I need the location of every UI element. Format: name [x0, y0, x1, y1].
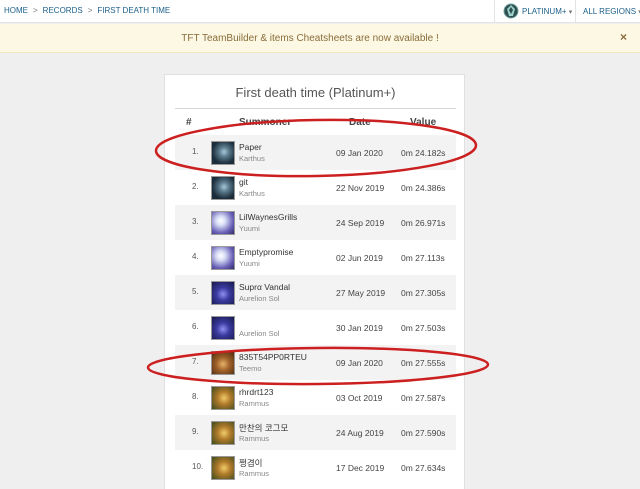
title-divider — [175, 108, 456, 109]
date-cell: 02 Jun 2019 — [336, 253, 383, 263]
champion-avatar — [211, 456, 235, 480]
champion-avatar — [211, 386, 235, 410]
champion-avatar — [211, 421, 235, 445]
champion-avatar — [211, 246, 235, 270]
rank-cell: 1. — [192, 147, 199, 156]
rank-cell: 4. — [192, 252, 199, 261]
announcement-banner: TFT TeamBuilder & items Cheatsheets are … — [0, 24, 640, 53]
column-header-date: Date — [349, 117, 371, 128]
date-cell: 27 May 2019 — [336, 288, 386, 298]
close-icon[interactable]: × — [620, 30, 627, 44]
table-row[interactable]: 6. Aurelion Sol 30 Jan 2019 0m 27.503s — [175, 310, 456, 345]
rank-cell: 10. — [192, 462, 204, 471]
value-cell: 0m 27.587s — [401, 393, 446, 403]
champion-name: Rammus — [239, 399, 270, 408]
leaderboard-card: First death time (Platinum+) # Summoner … — [164, 74, 465, 489]
region-selector-text: ALL REGIONS — [583, 7, 637, 16]
breadcrumb-current-page[interactable]: FIRST DEATH TIME — [97, 6, 170, 15]
champion-name: Rammus — [239, 469, 270, 478]
rank-cell: 5. — [192, 287, 199, 296]
table-row[interactable]: 2. git Karthus 22 Nov 2019 0m 24.386s — [175, 170, 456, 205]
champion-name: Rammus — [239, 434, 270, 443]
rank-cell: 6. — [192, 322, 199, 331]
value-cell: 0m 27.503s — [401, 323, 446, 333]
date-cell: 03 Oct 2019 — [336, 393, 383, 403]
champion-avatar — [211, 141, 235, 165]
champion-avatar — [211, 351, 235, 375]
breadcrumb-home-link[interactable]: HOME — [4, 6, 28, 15]
table-row[interactable]: 3. LilWaynesGrills Yuumi 24 Sep 2019 0m … — [175, 205, 456, 240]
tier-selector-text: PLATINUM+ — [522, 7, 567, 16]
summoner-name-link[interactable]: 만찬의 코그모 — [239, 422, 288, 434]
platinum-emblem-icon — [503, 3, 519, 19]
region-selector-label: ALL REGIONS ▾ — [583, 7, 640, 16]
value-cell: 0m 27.590s — [401, 428, 446, 438]
table-row[interactable]: 10. 쩡겸이 Rammus 17 Dec 2019 0m 27.634s — [175, 450, 456, 485]
summoner-name-link[interactable]: Suprα Vandal — [239, 282, 290, 292]
table-row[interactable]: 4. Emptypromise Yuumi 02 Jun 2019 0m 27.… — [175, 240, 456, 275]
region-selector[interactable]: ALL REGIONS ▾ — [575, 0, 640, 23]
champion-name: Yuumi — [239, 259, 260, 268]
rank-cell: 2. — [192, 182, 199, 191]
table-row[interactable]: 8. rhrdrt123 Rammus 03 Oct 2019 0m 27.58… — [175, 380, 456, 415]
champion-name: Aurelion Sol — [239, 329, 280, 338]
date-cell: 22 Nov 2019 — [336, 183, 385, 193]
table-row[interactable]: 5. Suprα Vandal Aurelion Sol 27 May 2019… — [175, 275, 456, 310]
date-cell: 09 Jan 2020 — [336, 148, 383, 158]
champion-name: Karthus — [239, 189, 265, 198]
value-cell: 0m 24.182s — [401, 148, 446, 158]
date-cell: 30 Jan 2019 — [336, 323, 383, 333]
table-row[interactable]: 9. 만찬의 코그모 Rammus 24 Aug 2019 0m 27.590s — [175, 415, 456, 450]
date-cell: 24 Aug 2019 — [336, 428, 384, 438]
table-row[interactable]: 7. 835T54PP0RTEU Teemo 09 Jan 2020 0m 27… — [175, 345, 456, 380]
summoner-name-link[interactable]: git — [239, 177, 248, 187]
breadcrumb-separator: > — [33, 6, 38, 15]
rank-cell: 3. — [192, 217, 199, 226]
tier-selector[interactable]: PLATINUM+ ▾ — [494, 0, 574, 23]
champion-avatar — [211, 211, 235, 235]
summoner-name-link[interactable]: 835T54PP0RTEU — [239, 352, 307, 362]
tier-selector-label: PLATINUM+ ▾ — [522, 7, 572, 16]
leaderboard-title: First death time (Platinum+) — [235, 85, 396, 100]
rank-cell: 7. — [192, 357, 199, 366]
value-cell: 0m 26.971s — [401, 218, 446, 228]
rank-cell: 9. — [192, 427, 199, 436]
champion-name: Karthus — [239, 154, 265, 163]
summoner-name-link[interactable]: rhrdrt123 — [239, 387, 274, 397]
banner-message[interactable]: TFT TeamBuilder & items Cheatsheets are … — [0, 33, 620, 44]
value-cell: 0m 24.386s — [401, 183, 446, 193]
champion-avatar — [211, 316, 235, 340]
champion-name: Teemo — [239, 364, 262, 373]
value-cell: 0m 27.113s — [401, 253, 445, 263]
summoner-name-link[interactable]: 쩡겸이 — [239, 457, 262, 469]
champion-name: Aurelion Sol — [239, 294, 280, 303]
value-cell: 0m 27.305s — [401, 288, 446, 298]
value-cell: 0m 27.634s — [401, 463, 446, 473]
breadcrumb: HOME > RECORDS > FIRST DEATH TIME — [4, 6, 170, 15]
date-cell: 17 Dec 2019 — [336, 463, 385, 473]
summoner-name-link[interactable]: Paper — [239, 142, 262, 152]
breadcrumb-records-link[interactable]: RECORDS — [43, 6, 83, 15]
summoner-name-link[interactable]: Emptypromise — [239, 247, 293, 257]
breadcrumb-separator: > — [87, 6, 93, 15]
column-header-value: Value — [410, 117, 437, 128]
chevron-down-icon: ▾ — [568, 9, 573, 16]
table-row[interactable]: 1. Paper Karthus 09 Jan 2020 0m 24.182s — [175, 135, 456, 170]
champion-avatar — [211, 176, 235, 200]
champion-name: Yuumi — [239, 224, 260, 233]
top-navigation-bar: HOME > RECORDS > FIRST DEATH TIME PLATINUM+ … — [0, 0, 640, 23]
date-cell: 24 Sep 2019 — [336, 218, 385, 228]
rank-cell: 8. — [192, 392, 199, 401]
value-cell: 0m 27.555s — [401, 358, 446, 368]
column-header-rank: # — [186, 117, 192, 128]
champion-avatar — [211, 281, 235, 305]
summoner-name-link[interactable]: LilWaynesGrills — [239, 212, 297, 222]
column-header-summoner: Summoner — [239, 117, 292, 128]
date-cell: 09 Jan 2020 — [336, 358, 383, 368]
